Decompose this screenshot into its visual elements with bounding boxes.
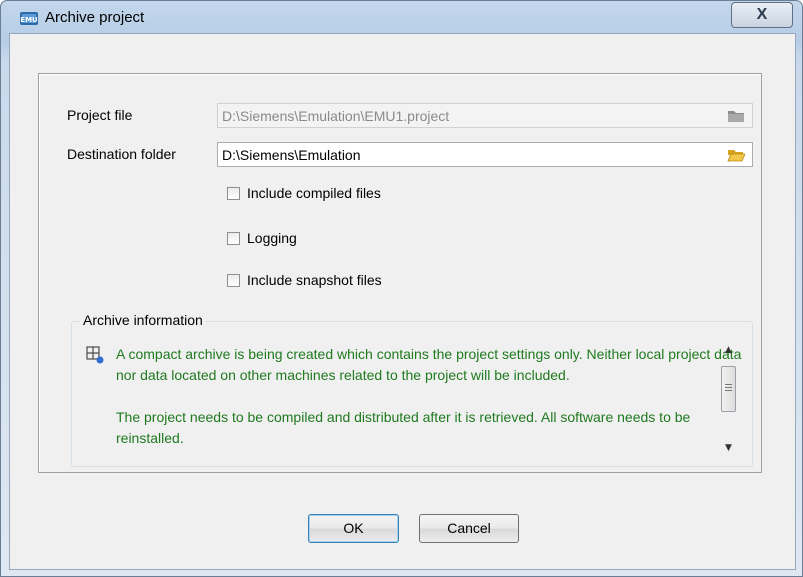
include-snapshot-checkbox[interactable] [227, 274, 240, 287]
project-file-value: D:\Siemens\Emulation\EMU1.project [222, 108, 450, 124]
open-folder-icon[interactable] [727, 148, 745, 162]
archive-information-text: A compact archive is being created which… [116, 344, 746, 462]
scroll-thumb[interactable] [721, 366, 736, 412]
grip-line [725, 387, 732, 388]
ok-button[interactable]: OK [308, 514, 399, 543]
include-snapshot-label: Include snapshot files [247, 272, 382, 288]
tree-info-icon [86, 346, 104, 364]
emu-app-icon: EMU [20, 12, 38, 25]
logging-label: Logging [247, 230, 297, 246]
destination-folder-input[interactable]: D:\Siemens\Emulation [217, 142, 753, 167]
logging-checkbox[interactable] [227, 232, 240, 245]
include-compiled-checkbox[interactable] [227, 187, 240, 200]
window-title: Archive project [45, 9, 145, 26]
project-file-field: D:\Siemens\Emulation\EMU1.project [217, 103, 753, 128]
destination-folder-label: Destination folder [67, 146, 176, 162]
project-file-label: Project file [67, 107, 133, 123]
scroll-down-arrow-icon[interactable]: ▼ [720, 440, 737, 456]
archive-information-legend: Archive information [80, 312, 206, 328]
destination-folder-value: D:\Siemens\Emulation [222, 147, 361, 163]
cancel-button[interactable]: Cancel [419, 514, 519, 543]
archive-information-group: Archive information A compact archive is… [71, 312, 753, 467]
folder-icon [728, 111, 744, 122]
close-icon: X [756, 6, 768, 23]
archive-project-dialog: EMU Archive project X Project file D:\Si… [0, 0, 803, 577]
svg-text:EMU: EMU [20, 16, 38, 24]
info-scrollbar[interactable]: ▲ ▼ [720, 340, 737, 462]
grip-line [725, 390, 732, 391]
include-compiled-label: Include compiled files [247, 185, 381, 201]
title-bar[interactable]: EMU Archive project X [1, 1, 802, 33]
info-paragraph-2: The project needs to be compiled and dis… [116, 409, 691, 446]
info-paragraph-1: A compact archive is being created which… [116, 346, 742, 383]
scroll-up-arrow-icon[interactable]: ▲ [720, 342, 737, 358]
close-button[interactable]: X [731, 2, 793, 28]
grip-line [725, 384, 732, 385]
